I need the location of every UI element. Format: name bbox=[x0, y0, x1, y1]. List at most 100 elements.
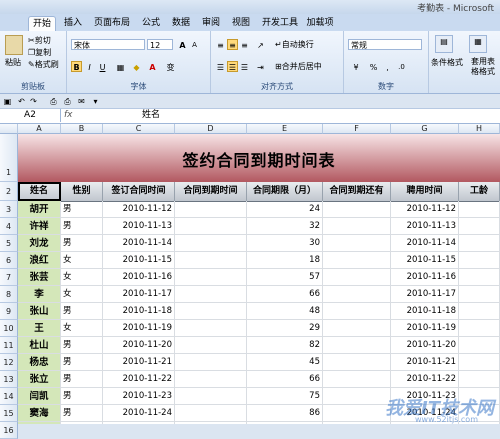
cell-gender[interactable]: 男 bbox=[61, 201, 103, 218]
cell-name[interactable]: 张山 bbox=[18, 303, 61, 320]
save-icon[interactable]: ▣ bbox=[2, 95, 13, 106]
align-right-icon[interactable]: ☰ bbox=[239, 61, 250, 72]
cell-gender[interactable]: 男 bbox=[61, 371, 103, 388]
column-header-e[interactable]: E bbox=[247, 124, 323, 134]
row-header[interactable]: 2 bbox=[0, 182, 18, 201]
cell-term-months[interactable]: 75 bbox=[247, 388, 323, 405]
cell-term-months[interactable]: 48 bbox=[247, 303, 323, 320]
cell-hire-date[interactable]: 2010-11-22 bbox=[391, 371, 459, 388]
cell-gender[interactable]: 男 bbox=[61, 388, 103, 405]
cell-seniority[interactable] bbox=[459, 235, 500, 252]
cell-term-months[interactable]: 66 bbox=[247, 371, 323, 388]
cell-gender[interactable]: 女 bbox=[61, 252, 103, 269]
cell-name[interactable]: 李 bbox=[18, 286, 61, 303]
row-header[interactable]: 10 bbox=[0, 320, 18, 337]
shrink-font-button[interactable]: A bbox=[189, 39, 200, 50]
select-all-corner[interactable] bbox=[0, 124, 18, 134]
name-box[interactable]: A2 bbox=[0, 109, 61, 122]
cell-term-months[interactable]: 57 bbox=[247, 269, 323, 286]
worksheet-grid[interactable]: 签约合同到期时间表 姓名 性别 签订合同时间 合同到期时间 合同期限（月） 合同… bbox=[18, 134, 500, 424]
email-icon[interactable]: ✉ bbox=[76, 95, 87, 106]
cell-seniority[interactable] bbox=[459, 303, 500, 320]
cell-gender[interactable]: 男 bbox=[61, 405, 103, 422]
tab-home[interactable]: 开始 bbox=[28, 16, 56, 31]
format-painter-button[interactable]: ✎格式刷 bbox=[28, 59, 59, 70]
cell-days-remaining[interactable] bbox=[323, 303, 391, 320]
header-cell-gender[interactable]: 性别 bbox=[61, 182, 103, 201]
indent-icon[interactable]: ⇥ bbox=[255, 61, 266, 72]
cell-term-months[interactable]: 86 bbox=[247, 405, 323, 422]
cell-days-remaining[interactable] bbox=[323, 201, 391, 218]
column-header-g[interactable]: G bbox=[391, 124, 459, 134]
cell-term-months[interactable]: 30 bbox=[247, 235, 323, 252]
cell-seniority[interactable] bbox=[459, 354, 500, 371]
cell-days-remaining[interactable] bbox=[323, 235, 391, 252]
cell-expire-date[interactable] bbox=[175, 286, 247, 303]
cell-expire-date[interactable] bbox=[175, 337, 247, 354]
conditional-format-icon[interactable]: ▤ bbox=[435, 35, 453, 53]
cell-term-months[interactable]: 24 bbox=[247, 201, 323, 218]
fill-color-icon[interactable]: ◆ bbox=[131, 61, 142, 72]
font-size-combo[interactable]: 12 bbox=[147, 39, 173, 50]
cell-days-remaining[interactable] bbox=[323, 388, 391, 405]
cell-hire-date[interactable]: 2010-11-14 bbox=[391, 235, 459, 252]
row-header[interactable]: 13 bbox=[0, 371, 18, 388]
cell-hire-date[interactable]: 2010-11-13 bbox=[391, 218, 459, 235]
column-header-f[interactable]: F bbox=[323, 124, 391, 134]
cell-days-remaining[interactable] bbox=[323, 337, 391, 354]
cell-gender[interactable]: 女 bbox=[61, 320, 103, 337]
cell-days-remaining[interactable] bbox=[323, 354, 391, 371]
cell-name[interactable]: 许祥 bbox=[18, 218, 61, 235]
cell-gender[interactable]: 男 bbox=[61, 218, 103, 235]
cell-gender[interactable]: 女 bbox=[61, 269, 103, 286]
cell-name[interactable]: 杜山 bbox=[18, 337, 61, 354]
cell-expire-date[interactable] bbox=[175, 252, 247, 269]
align-center-icon[interactable]: ☰ bbox=[227, 61, 238, 72]
header-cell-sign-date[interactable]: 签订合同时间 bbox=[103, 182, 175, 201]
comma-button[interactable]: , bbox=[382, 61, 393, 72]
row-header[interactable]: 8 bbox=[0, 286, 18, 303]
cell-hire-date[interactable]: 2010-11-15 bbox=[391, 252, 459, 269]
cell-gender[interactable]: 男 bbox=[61, 354, 103, 371]
cell-name[interactable]: 王 bbox=[18, 320, 61, 337]
tab-developer[interactable]: 开发工具 bbox=[260, 16, 300, 30]
cell-days-remaining[interactable] bbox=[323, 371, 391, 388]
cell-name[interactable]: 张芸 bbox=[18, 269, 61, 286]
column-header-h[interactable]: H bbox=[459, 124, 500, 134]
tab-page-layout[interactable]: 页面布局 bbox=[92, 16, 132, 30]
row-header[interactable]: 16 bbox=[0, 422, 18, 439]
table-format-button[interactable]: 套用表格格式 bbox=[471, 57, 500, 77]
cell-term-months[interactable]: 45 bbox=[247, 354, 323, 371]
cell-seniority[interactable] bbox=[459, 371, 500, 388]
redo-icon[interactable]: ↷ bbox=[28, 95, 39, 106]
header-cell-term-months[interactable]: 合同期限（月） bbox=[247, 182, 323, 201]
cell-name[interactable]: 刘龙 bbox=[18, 235, 61, 252]
cell-name[interactable]: 闫凯 bbox=[18, 388, 61, 405]
cell-sign-date[interactable]: 2010-11-14 bbox=[103, 235, 175, 252]
tab-addins[interactable]: 加载项 bbox=[304, 16, 336, 30]
cell-gender[interactable]: 男 bbox=[61, 303, 103, 320]
cell-term-months[interactable]: 82 bbox=[247, 337, 323, 354]
cell-expire-date[interactable] bbox=[175, 320, 247, 337]
cell-hire-date[interactable]: 2010-11-20 bbox=[391, 337, 459, 354]
orientation-icon[interactable]: ↗ bbox=[255, 39, 266, 50]
header-cell-seniority[interactable]: 工龄 bbox=[459, 182, 500, 201]
currency-icon[interactable]: ¥ bbox=[348, 61, 364, 72]
fx-icon[interactable]: fx bbox=[64, 109, 73, 122]
cell-gender[interactable]: 女 bbox=[61, 286, 103, 303]
cell-days-remaining[interactable] bbox=[323, 218, 391, 235]
header-cell-expire-date[interactable]: 合同到期时间 bbox=[175, 182, 247, 201]
cell-days-remaining[interactable] bbox=[323, 320, 391, 337]
bold-button[interactable]: B bbox=[71, 61, 82, 72]
cell-sign-date[interactable]: 2010-11-24 bbox=[103, 405, 175, 422]
number-format-combo[interactable]: 常规 bbox=[348, 39, 422, 50]
italic-button[interactable]: I bbox=[84, 61, 95, 72]
border-icon[interactable]: ▦ bbox=[115, 61, 126, 72]
cell-term-months[interactable]: 66 bbox=[247, 286, 323, 303]
cell-term-months[interactable]: 32 bbox=[247, 218, 323, 235]
header-cell-days-remaining[interactable]: 合同到期还有 bbox=[323, 182, 391, 201]
cell-seniority[interactable] bbox=[459, 337, 500, 354]
cell-days-remaining[interactable] bbox=[323, 286, 391, 303]
cell-expire-date[interactable] bbox=[175, 269, 247, 286]
align-left-icon[interactable]: ☰ bbox=[215, 61, 226, 72]
